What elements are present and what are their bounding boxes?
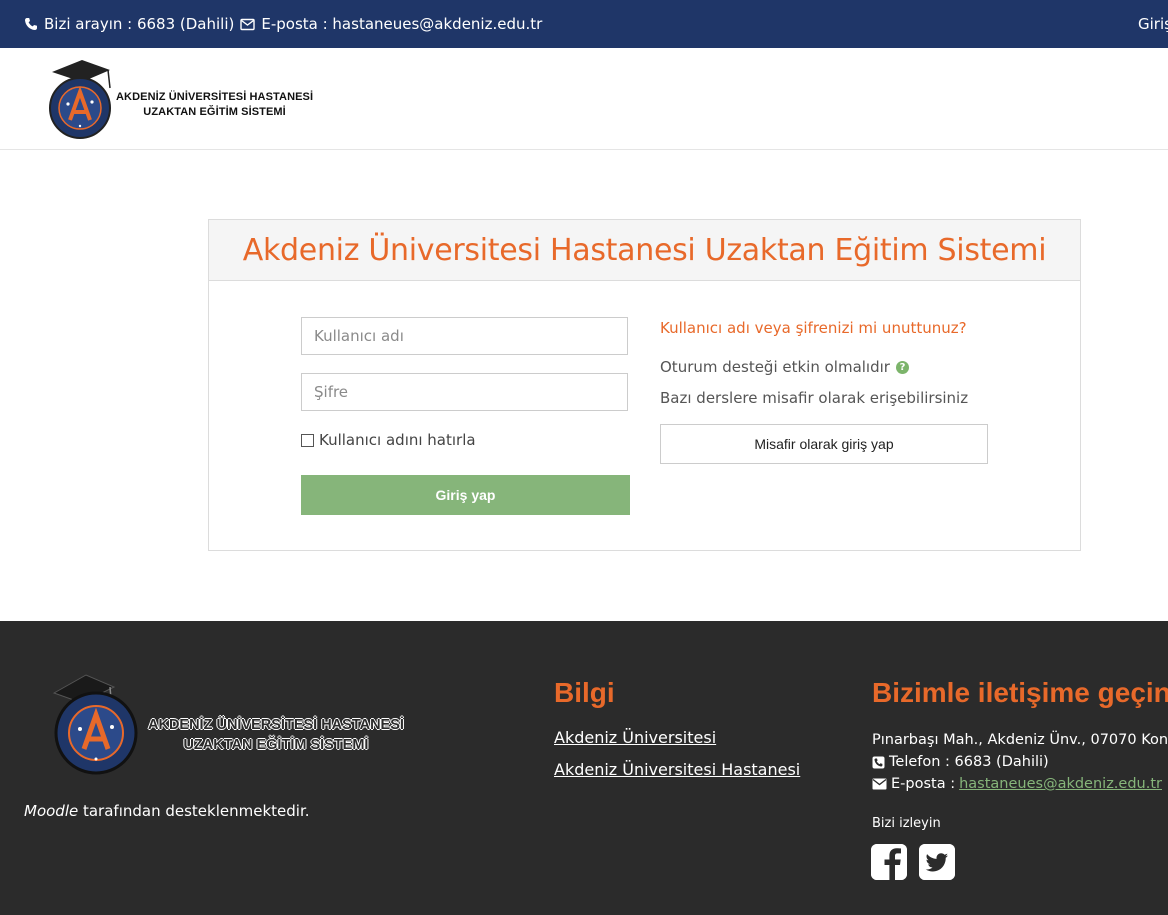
login-button[interactable]: Giriş yap bbox=[301, 475, 630, 515]
powered-by-text: tarafından desteklenmektedir. bbox=[78, 802, 310, 820]
footer-phone-text: Telefon : 6683 (Dahili) bbox=[889, 754, 1049, 770]
phone-icon bbox=[872, 756, 885, 768]
login-card: Akdeniz Üniversitesi Hastanesi Uzaktan E… bbox=[208, 219, 1081, 551]
phone-icon bbox=[25, 18, 37, 30]
login-title: Akdeniz Üniversitesi Hastanesi Uzaktan E… bbox=[242, 233, 1047, 268]
username-input[interactable] bbox=[301, 317, 628, 355]
remember-username[interactable]: Kullanıcı adını hatırla bbox=[301, 431, 476, 449]
logo-text: AKDENİZ ÜNİVERSİTESİ HASTANESİ UZAKTAN E… bbox=[116, 90, 313, 120]
powered-by: Moodle tarafından desteklenmektedir. bbox=[24, 802, 310, 820]
password-input[interactable] bbox=[301, 373, 628, 411]
footer-logo: AKDENİZ ÜNİVERSİTESİ HASTANESİ UZAKTAN E… bbox=[52, 671, 404, 781]
footer-link-hospital[interactable]: Akdeniz Üniversitesi Hastanesi bbox=[554, 760, 800, 779]
facebook-icon[interactable] bbox=[871, 844, 907, 880]
footer-logo-line-1: AKDENİZ ÜNİVERSİTESİ HASTANESİ bbox=[148, 717, 404, 733]
cookies-label: Oturum desteği etkin olmalıdır bbox=[660, 358, 890, 376]
contact-info: Bizi arayın : 6683 (Dahili) E-posta : ha… bbox=[24, 15, 542, 33]
university-emblem-icon bbox=[49, 60, 111, 139]
site-header: AKDENİZ ÜNİVERSİTESİ HASTANESİ UZAKTAN E… bbox=[0, 48, 1168, 150]
footer-logo-line-2: UZAKTAN EĞİTİM SİSTEMİ bbox=[183, 737, 369, 753]
moodle-brand[interactable]: Moodle bbox=[24, 802, 78, 820]
login-card-header: Akdeniz Üniversitesi Hastanesi Uzaktan E… bbox=[209, 220, 1080, 281]
footer-email: E-posta : hastaneues@akdeniz.edu.tr bbox=[872, 776, 1162, 792]
login-link[interactable]: Giriş bbox=[1138, 15, 1168, 33]
footer-address: Pınarbaşı Mah., Akdeniz Ünv., 07070 Kony… bbox=[872, 732, 1168, 748]
logo-line-1: AKDENİZ ÜNİVERSİTESİ HASTANESİ bbox=[116, 91, 314, 103]
footer-email-link[interactable]: hastaneues@akdeniz.edu.tr bbox=[959, 776, 1162, 792]
envelope-icon bbox=[872, 778, 887, 790]
forgot-password-link[interactable]: Kullanıcı adı veya şifrenizi mi unuttunu… bbox=[660, 319, 967, 337]
university-emblem-icon bbox=[52, 674, 138, 775]
email-text: E-posta : hastaneues@akdeniz.edu.tr bbox=[261, 15, 543, 33]
footer-phone: Telefon : 6683 (Dahili) bbox=[872, 754, 1049, 770]
site-logo[interactable]: AKDENİZ ÜNİVERSİTESİ HASTANESİ UZAKTAN E… bbox=[44, 58, 314, 140]
logo-line-2: UZAKTAN EĞİTİM SİSTEMİ bbox=[143, 106, 286, 118]
phone-text: Bizi arayın : 6683 (Dahili) bbox=[44, 15, 235, 33]
footer-link-university[interactable]: Akdeniz Üniversitesi bbox=[554, 728, 716, 747]
contact-heading: Bizimle iletişime geçin bbox=[872, 677, 1168, 708]
question-circle-icon[interactable]: ? bbox=[895, 360, 909, 374]
guest-login-button[interactable]: Misafir olarak giriş yap bbox=[660, 424, 988, 464]
info-heading: Bilgi bbox=[554, 677, 615, 708]
follow-label: Bizi izleyin bbox=[872, 816, 941, 831]
guest-note: Bazı derslere misafir olarak erişebilirs… bbox=[660, 389, 969, 407]
remember-checkbox[interactable] bbox=[301, 433, 314, 447]
footer-email-label: E-posta : bbox=[891, 776, 956, 792]
twitter-icon[interactable] bbox=[919, 844, 955, 880]
cookies-notice: Oturum desteği etkin olmalıdır ? bbox=[660, 358, 909, 376]
footer-logo-text: AKDENİZ ÜNİVERSİTESİ HASTANESİ UZAKTAN E… bbox=[148, 715, 404, 755]
envelope-icon bbox=[240, 18, 256, 30]
top-bar: Bizi arayın : 6683 (Dahili) E-posta : ha… bbox=[0, 0, 1168, 48]
remember-label: Kullanıcı adını hatırla bbox=[319, 431, 476, 449]
site-footer: AKDENİZ ÜNİVERSİTESİ HASTANESİ UZAKTAN E… bbox=[0, 621, 1168, 915]
